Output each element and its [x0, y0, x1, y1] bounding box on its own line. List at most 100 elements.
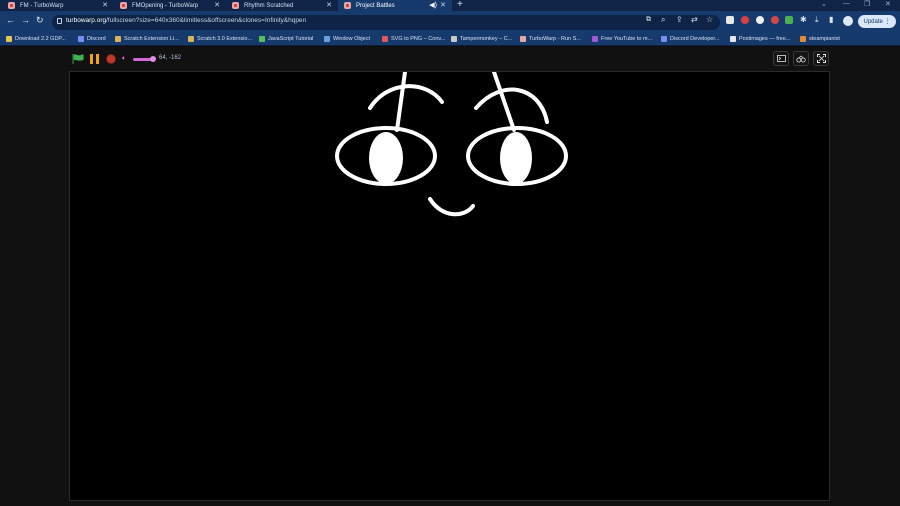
bookmark-item[interactable]: Discord Developer...	[661, 33, 720, 45]
bookmark-item[interactable]: Scratch 3.0 Extensio...	[188, 33, 252, 45]
right-pupil	[500, 132, 532, 184]
bookmark-label: Discord	[87, 36, 106, 42]
update-button[interactable]: Update ⋮	[858, 15, 896, 28]
address-url[interactable]: turbowarp.org/fullscreen?size=640x360&li…	[66, 17, 306, 24]
bookmark-item[interactable]: Discord	[78, 33, 106, 45]
bookmark-star-icon[interactable]: ☆	[706, 15, 713, 24]
bookmark-item[interactable]: steampianist	[800, 33, 840, 45]
bookmark-favicon-icon	[520, 36, 526, 42]
close-window-button[interactable]: ✕	[885, 0, 891, 8]
bookmark-label: Tampermonkey – C...	[460, 36, 513, 42]
bookmark-label: Discord Developer...	[670, 36, 720, 42]
bookmark-label: steampianist	[809, 36, 840, 42]
volume-icon[interactable]: 🔈︎	[122, 55, 126, 63]
close-tab-icon[interactable]: ✕	[326, 1, 332, 9]
tab-fmopening[interactable]: FMOpening - TurboWarp ✕	[114, 0, 226, 11]
bookmark-favicon-icon	[115, 36, 121, 42]
extension-icon[interactable]	[741, 16, 749, 24]
extension-icon[interactable]	[785, 16, 793, 24]
addons-button[interactable]	[793, 51, 809, 66]
downloads-icon[interactable]: ⤓	[815, 15, 819, 25]
console-button[interactable]	[773, 51, 789, 66]
audio-playing-icon[interactable]: ◀)	[429, 1, 437, 9]
update-label: Update	[863, 18, 883, 25]
bookmark-item[interactable]: JavaScript Tutorial	[259, 33, 313, 45]
profile-avatar[interactable]	[843, 16, 853, 26]
tab-project-battles[interactable]: Project Battles ◀) ✕	[338, 0, 452, 11]
close-tab-icon[interactable]: ✕	[102, 1, 108, 9]
tab-search-icon[interactable]: ⌄	[821, 0, 827, 8]
project-stage[interactable]	[69, 71, 830, 501]
gamepad-icon	[796, 54, 806, 62]
new-tab-button[interactable]: +	[457, 0, 463, 10]
extension-icon[interactable]	[756, 16, 764, 24]
left-antenna-line	[395, 72, 407, 132]
bookmark-favicon-icon	[592, 36, 598, 42]
bookmark-favicon-icon	[6, 36, 12, 42]
bookmark-item[interactable]: TurboWarp - Run S...	[520, 33, 581, 45]
bookmark-item[interactable]: Scratch Extension Li...	[115, 33, 179, 45]
close-tab-icon[interactable]: ✕	[440, 1, 446, 9]
bookmark-item[interactable]: Tampermonkey – C...	[451, 33, 512, 45]
extensions-puzzle-icon[interactable]: ✱	[800, 15, 807, 24]
bookmark-item[interactable]: SVG to PNG – Conv...	[382, 33, 445, 45]
tab-title: FM - TurboWarp	[20, 2, 64, 9]
back-arrow-icon[interactable]: ←	[6, 15, 15, 25]
turbowarp-favicon-icon	[232, 2, 239, 9]
zoom-icon[interactable]: ⌕	[661, 15, 665, 25]
turbowarp-favicon-icon	[8, 2, 15, 9]
mouse-coordinates: 64, -162	[159, 55, 182, 61]
extension-icon[interactable]	[771, 16, 779, 24]
maximize-button[interactable]: ❐	[864, 0, 870, 8]
bookmark-favicon-icon	[188, 36, 194, 42]
tab-title: FMOpening - TurboWarp	[132, 2, 199, 9]
fullscreen-button[interactable]	[813, 51, 829, 66]
tab-title: Rhythm Scratched	[244, 2, 294, 9]
bookmark-item[interactable]: Window Object	[324, 33, 370, 45]
bookmark-label: Scratch 3.0 Extensio...	[197, 36, 253, 42]
extension-icon[interactable]	[726, 16, 734, 24]
bookmark-label: JavaScript Tutorial	[268, 36, 314, 42]
bookmark-item[interactable]: Download 2.2 GDP...	[6, 33, 66, 45]
bookmark-label: Free YouTube to m...	[601, 36, 653, 42]
reload-icon[interactable]: ↻	[36, 15, 44, 26]
bookmark-label: TurboWarp - Run S...	[529, 36, 581, 42]
bookmark-label: SVG to PNG – Conv...	[391, 36, 446, 42]
turbowarp-favicon-icon	[344, 2, 351, 9]
forward-arrow-icon[interactable]: →	[21, 15, 30, 25]
terminal-icon	[776, 55, 786, 62]
side-panel-icon[interactable]: ▮	[829, 15, 833, 24]
bookmark-favicon-icon	[259, 36, 265, 42]
translate-icon[interactable]: ⇄	[691, 15, 698, 24]
bookmark-item[interactable]: Free YouTube to m...	[592, 33, 652, 45]
tab-fm[interactable]: FM - TurboWarp ✕	[2, 0, 114, 11]
bookmark-label: Scratch Extension Li...	[124, 36, 179, 42]
right-antenna-line	[492, 72, 516, 132]
lock-icon[interactable]	[57, 18, 62, 24]
tab-rhythm-scratched[interactable]: Rhythm Scratched ✕	[226, 0, 338, 11]
pause-button[interactable]	[90, 54, 100, 64]
tab-title: Project Battles	[356, 2, 395, 9]
bookmark-label: Window Object	[333, 36, 370, 42]
url-host: turbowarp.org	[66, 17, 107, 24]
bookmark-favicon-icon	[661, 36, 667, 42]
left-eyebrow	[368, 84, 444, 110]
bookmark-favicon-icon	[78, 36, 84, 42]
close-tab-icon[interactable]: ✕	[214, 1, 220, 9]
bookmark-favicon-icon	[730, 36, 736, 42]
minimize-button[interactable]: —	[843, 0, 850, 7]
bookmark-favicon-icon	[324, 36, 330, 42]
turbowarp-favicon-icon	[120, 2, 127, 9]
stop-sign-button[interactable]	[106, 54, 116, 64]
pause-bar-icon	[90, 54, 93, 64]
pause-bar-icon	[96, 54, 99, 64]
character-face	[335, 72, 568, 217]
install-app-icon[interactable]: ⧉	[646, 16, 651, 24]
bookmark-label: Postimages — free...	[739, 36, 791, 42]
share-icon[interactable]: ⇪	[676, 15, 683, 24]
url-path: /fullscreen?size=640x360&limitless&offsc…	[106, 17, 307, 24]
volume-slider-thumb[interactable]	[150, 56, 156, 62]
bookmark-favicon-icon	[451, 36, 457, 42]
bookmark-item[interactable]: Postimages — free...	[730, 33, 790, 45]
green-flag-icon[interactable]	[72, 54, 84, 64]
